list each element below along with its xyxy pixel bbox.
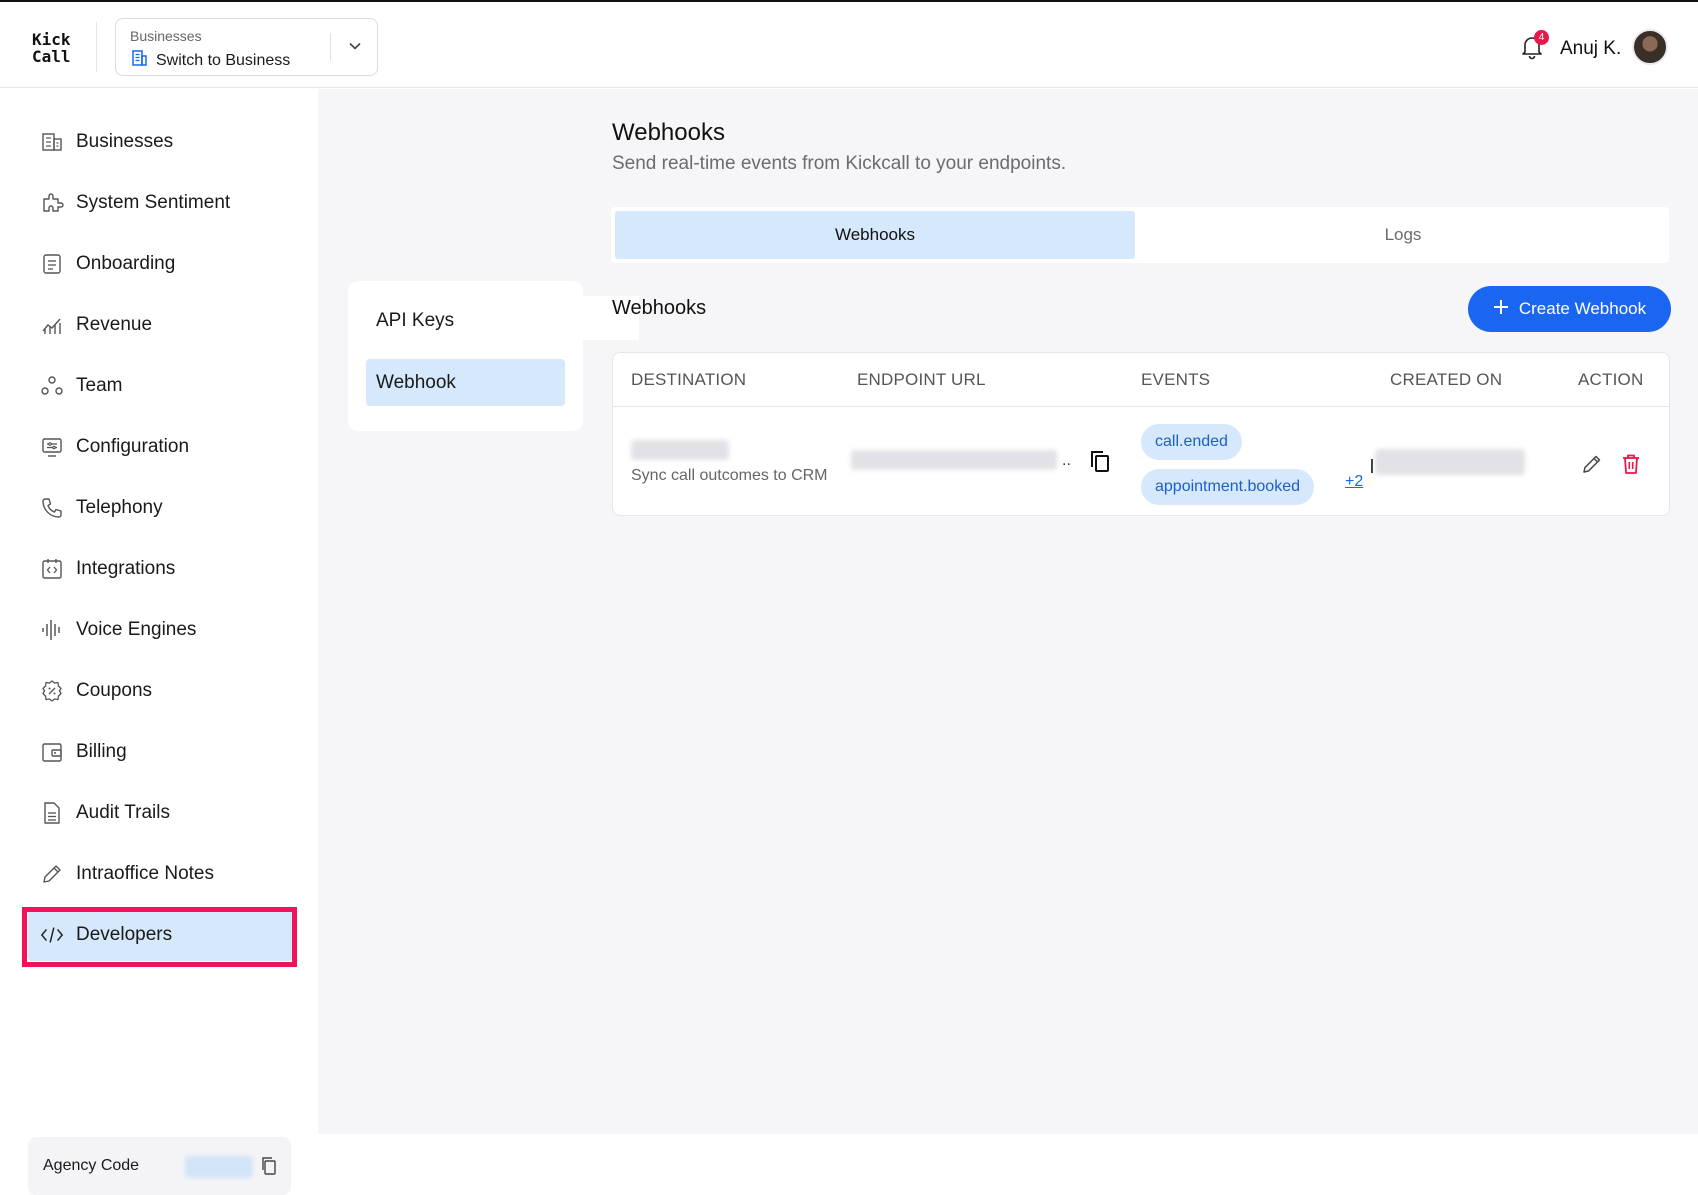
team-icon — [40, 374, 64, 398]
pencil-icon — [40, 862, 64, 886]
phone-icon — [40, 496, 64, 520]
sidebar-item-system-sentiment[interactable]: System Sentiment — [28, 177, 293, 229]
sidebar-item-configuration[interactable]: Configuration — [28, 421, 293, 473]
user-name[interactable]: Anuj K. — [1560, 38, 1621, 60]
sidebar-item-label: Audit Trails — [76, 802, 170, 823]
sidebar-item-label: Intraoffice Notes — [76, 863, 215, 884]
copy-icon[interactable] — [1088, 449, 1112, 480]
webhooks-table: DESTINATION ENDPOINT URL EVENTS CREATED … — [612, 352, 1670, 516]
sidebar-item-label: Coupons — [76, 680, 153, 701]
waveform-icon — [40, 618, 64, 642]
subnav-item-webhook[interactable]: Webhook — [366, 359, 565, 406]
business-switcher[interactable]: Businesses Switch to Business — [115, 18, 378, 76]
switcher-divider — [330, 33, 331, 61]
endpoint-url-redacted — [851, 450, 1057, 470]
sidebar-item-businesses[interactable]: Businesses — [28, 116, 293, 168]
subnav-item-api-keys[interactable]: API Keys — [366, 297, 565, 344]
delete-icon[interactable] — [1621, 453, 1641, 480]
sidebar-item-developers[interactable]: Developers — [28, 909, 293, 961]
column-header: DESTINATION — [631, 370, 747, 389]
column-header: EVENTS — [1141, 370, 1211, 389]
app-window: Kick Call Businesses Switch to Business … — [0, 0, 1698, 1195]
sidebar-item-onboarding[interactable]: Onboarding — [28, 238, 293, 290]
destination-name-redacted — [631, 440, 729, 460]
page-title: Webhooks — [612, 119, 725, 146]
create-webhook-label: Create Webhook — [1518, 299, 1647, 318]
sidebar-item-telephony[interactable]: Telephony — [28, 482, 293, 534]
logo-line-2: Call — [32, 47, 71, 66]
copy-icon[interactable] — [260, 1156, 278, 1181]
created-on-marker — [1371, 459, 1373, 473]
tab-bar: Webhooks Logs — [611, 207, 1669, 263]
chart-icon — [40, 313, 64, 337]
more-events-link[interactable]: +2 — [1345, 473, 1363, 491]
sidebar-item-label: Voice Engines — [76, 619, 197, 640]
business-switcher-label: Businesses — [130, 28, 202, 44]
section-title: Webhooks — [612, 297, 707, 319]
column-header: CREATED ON — [1390, 370, 1503, 389]
sidebar-item-label: Billing — [76, 741, 127, 762]
tab-webhooks[interactable]: Webhooks — [615, 211, 1135, 259]
event-chip: call.ended — [1141, 424, 1242, 460]
puzzle-icon — [40, 191, 64, 215]
document-icon — [40, 252, 64, 276]
sidebar-item-label: System Sentiment — [76, 192, 231, 213]
sidebar-item-label: Integrations — [76, 558, 176, 579]
logo-line-1: Kick — [32, 30, 71, 49]
table-header-divider — [613, 406, 1669, 407]
create-webhook-button[interactable]: Create Webhook — [1468, 286, 1671, 332]
building-icon — [130, 49, 148, 72]
agency-code-value-redacted — [185, 1156, 253, 1178]
config-icon — [40, 435, 64, 459]
avatar[interactable] — [1632, 29, 1668, 65]
notification-badge: 4 — [1534, 30, 1549, 45]
developer-subnav: API Keys Webhook — [348, 281, 583, 431]
sidebar-item-intraoffice-notes[interactable]: Intraoffice Notes — [28, 848, 293, 900]
sidebar-item-integrations[interactable]: Integrations — [28, 543, 293, 595]
sidebar-item-revenue[interactable]: Revenue — [28, 299, 293, 351]
sidebar-item-voice-engines[interactable]: Voice Engines — [28, 604, 293, 656]
notification-bell-icon[interactable]: 4 — [1519, 30, 1549, 60]
app-logo[interactable]: Kick Call — [32, 31, 71, 65]
edit-icon[interactable] — [1581, 453, 1603, 480]
sidebar-item-label: Onboarding — [76, 253, 176, 274]
agency-code-panel: Agency Code — [28, 1137, 291, 1195]
code-icon — [40, 923, 64, 947]
building-icon — [40, 130, 64, 154]
wallet-icon — [40, 740, 64, 764]
endpoint-url-ellipsis: .. — [1062, 452, 1071, 469]
sidebar-item-label: Revenue — [76, 314, 153, 335]
sidebar-item-label: Telephony — [76, 497, 163, 518]
sidebar-item-coupons[interactable]: Coupons — [28, 665, 293, 717]
sidebar-item-label: Businesses — [76, 131, 174, 152]
event-chip: appointment.booked — [1141, 469, 1314, 505]
created-on-redacted — [1375, 449, 1525, 475]
sidebar-item-billing[interactable]: Billing — [28, 726, 293, 778]
column-header: ACTION — [1578, 370, 1644, 389]
column-header: ENDPOINT URL — [857, 370, 986, 389]
top-header: Kick Call Businesses Switch to Business … — [0, 4, 1698, 88]
sidebar: Businesses System Sentiment Onboarding R… — [0, 89, 318, 1195]
sidebar-item-label: Developers — [76, 924, 173, 945]
plus-icon — [1493, 299, 1509, 320]
sidebar-item-audit-trails[interactable]: Audit Trails — [28, 787, 293, 839]
destination-description: Sync call outcomes to CRM — [631, 467, 828, 484]
header-divider — [96, 22, 97, 72]
code-box-icon — [40, 557, 64, 581]
sidebar-item-team[interactable]: Team — [28, 360, 293, 412]
agency-code-label: Agency Code — [43, 1157, 140, 1174]
file-icon — [40, 801, 64, 825]
chevron-down-icon[interactable] — [348, 39, 362, 58]
main-content: API Keys Webhook Webhooks Send real-time… — [318, 89, 1698, 1134]
sidebar-item-label: Team — [76, 375, 123, 396]
business-switcher-value: Switch to Business — [156, 51, 291, 69]
coupon-icon — [40, 679, 64, 703]
page-subtitle: Send real-time events from Kickcall to y… — [612, 153, 1067, 174]
sidebar-item-label: Configuration — [76, 436, 190, 457]
tab-logs[interactable]: Logs — [1141, 211, 1665, 259]
